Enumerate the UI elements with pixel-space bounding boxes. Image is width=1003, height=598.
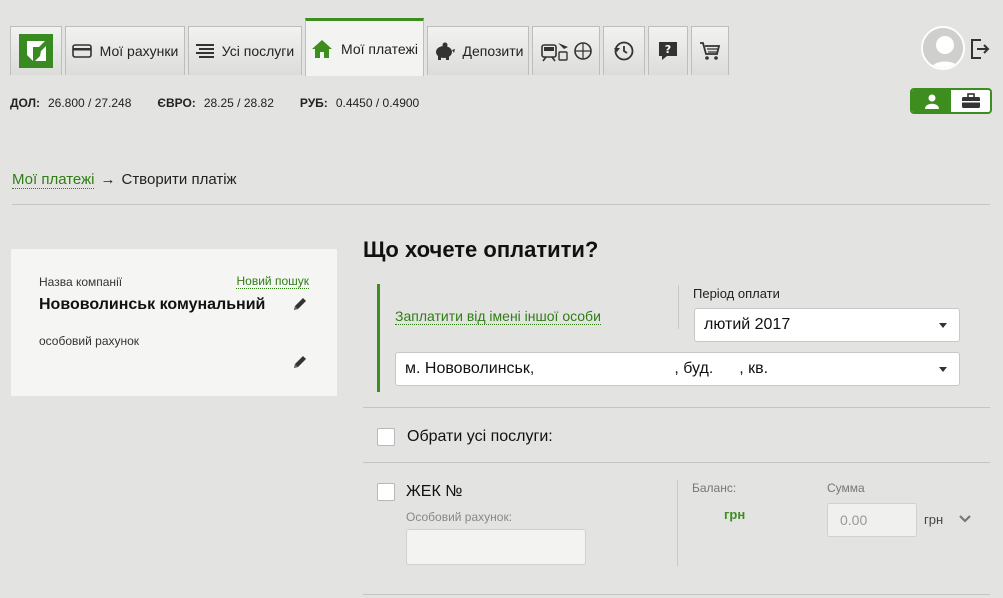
service-account-input[interactable] xyxy=(406,529,586,565)
sum-input[interactable]: 0.00 xyxy=(827,503,917,537)
breadcrumb-my-payments-link[interactable]: Мої платежі xyxy=(12,171,95,189)
privatbank-logo-icon xyxy=(19,34,53,68)
tab-label: Мої рахунки xyxy=(99,43,179,59)
company-label: Назва компанії xyxy=(39,275,123,289)
cart-icon xyxy=(699,41,721,61)
address-select[interactable]: м. Нововолинськ, , буд. , кв. xyxy=(395,352,960,386)
exchange-rates: ДОЛ: 26.800 / 27.248 ЄВРО: 28.25 / 28.82… xyxy=(10,96,445,110)
usd-rate: 26.800 / 27.248 xyxy=(48,96,132,110)
edit-account-pencil-icon[interactable] xyxy=(292,354,308,370)
account-mode-switch xyxy=(910,88,992,114)
piggy-bank-icon xyxy=(433,42,455,60)
breadcrumb-current: Створити платіж xyxy=(121,171,237,188)
dropdown-caret-icon xyxy=(939,323,947,328)
tab-my-payments[interactable]: Мої платежі xyxy=(305,18,424,76)
chevron-down-icon[interactable] xyxy=(958,512,972,526)
redacted-house xyxy=(713,358,740,380)
company-name: Нововолинськ комунальний xyxy=(39,296,266,313)
tab-history[interactable] xyxy=(603,26,645,75)
briefcase-icon xyxy=(961,93,980,108)
balance-value: грн xyxy=(724,507,746,522)
svg-text:?: ? xyxy=(665,43,671,56)
eur-rate: 28.25 / 28.82 xyxy=(203,96,274,110)
tab-help[interactable]: ? xyxy=(648,26,688,75)
divider xyxy=(363,594,990,595)
divider xyxy=(363,407,990,408)
card-icon xyxy=(71,44,92,58)
top-navigation: Мої рахунки Усі послуги Мої платежі Депо… xyxy=(0,0,1003,76)
service-checkbox[interactable] xyxy=(377,483,395,501)
breadcrumb-arrow: → xyxy=(100,171,116,188)
pay-for-other-person-link[interactable]: Заплатити від імені іншої особи xyxy=(395,308,601,325)
divider xyxy=(12,204,990,205)
tab-my-accounts[interactable]: Мої рахунки xyxy=(65,26,185,75)
address-house-label: , буд. xyxy=(674,360,714,377)
home-icon xyxy=(311,39,333,59)
history-icon xyxy=(613,40,635,62)
divider xyxy=(678,285,679,329)
person-icon xyxy=(924,94,939,109)
home-logo-tab[interactable] xyxy=(10,26,62,75)
divider xyxy=(677,480,678,566)
tab-label: Депозити xyxy=(462,43,524,59)
eur-label: ЄВРО: xyxy=(157,96,196,110)
select-all-label: Обрати усі послуги: xyxy=(407,428,553,445)
rub-rate: 0.4450 / 0.4900 xyxy=(335,96,420,110)
page-title: Що хочете оплатити? xyxy=(363,237,599,262)
address-city: м. Нововолинськ, xyxy=(405,360,535,377)
service-account-label: Особовий рахунок: xyxy=(406,510,513,524)
company-card: Назва компанії Новий пошук Нововолинськ … xyxy=(11,249,337,396)
help-icon: ? xyxy=(657,40,679,62)
list-icon xyxy=(195,43,214,59)
logout-icon[interactable] xyxy=(970,38,990,60)
personal-mode-button[interactable] xyxy=(912,90,951,112)
tab-label: Мої платежі xyxy=(341,40,418,57)
period-select[interactable]: лютий 2017 xyxy=(694,308,960,342)
rub-label: РУБ: xyxy=(299,96,328,110)
tab-deposits[interactable]: Депозити xyxy=(427,26,529,75)
tab-shop[interactable] xyxy=(691,26,729,75)
user-avatar[interactable] xyxy=(921,26,965,70)
address-flat-label: , кв. xyxy=(739,360,769,377)
account-label: особовий рахунок xyxy=(39,334,140,348)
accent-bar xyxy=(377,284,380,392)
new-search-link[interactable]: Новий пошук xyxy=(236,274,309,289)
sum-label: Сумма xyxy=(827,481,865,495)
service-name: ЖЕК № xyxy=(406,483,463,500)
travel-icon xyxy=(540,39,592,63)
usd-label: ДОЛ: xyxy=(10,96,40,110)
tab-label: Усі послуги xyxy=(221,43,295,59)
sum-placeholder: 0.00 xyxy=(840,512,868,528)
tab-travel[interactable] xyxy=(532,26,600,75)
divider xyxy=(363,462,990,463)
breadcrumb: Мої платежі → Створити платіж xyxy=(12,171,237,189)
edit-company-pencil-icon[interactable] xyxy=(292,296,308,312)
period-label: Період оплати xyxy=(693,286,780,301)
business-mode-button[interactable] xyxy=(951,90,990,112)
currency-label: грн xyxy=(924,512,944,527)
dropdown-caret-icon xyxy=(939,367,947,372)
tab-all-services[interactable]: Усі послуги xyxy=(188,26,302,75)
select-all-checkbox[interactable] xyxy=(377,428,395,446)
redacted-street xyxy=(534,358,675,380)
balance-label: Баланс: xyxy=(692,481,737,495)
period-value: лютий 2017 xyxy=(704,316,791,333)
